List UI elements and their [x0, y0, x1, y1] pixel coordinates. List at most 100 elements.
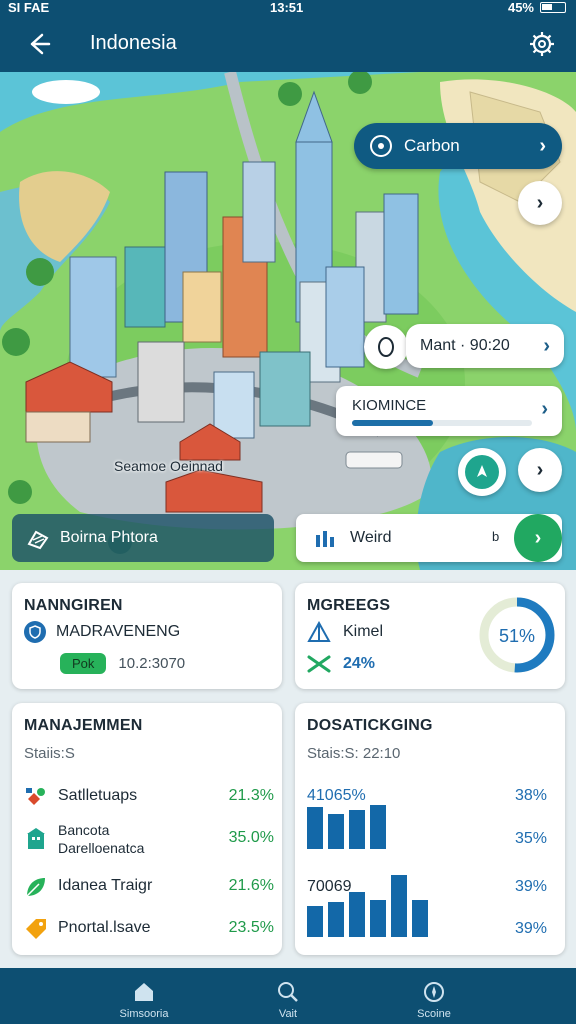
mini-bar — [370, 805, 386, 849]
progress-change: 24% — [343, 655, 376, 672]
list-item-pct: 23.5% — [228, 919, 274, 936]
leaf-icon — [26, 878, 45, 897]
mini-bar — [349, 892, 365, 937]
shield-icon — [24, 621, 46, 643]
carbon-label: Carbon — [404, 136, 460, 155]
carbon-button[interactable]: Carbon › — [354, 123, 562, 169]
leaf-icon — [378, 337, 394, 357]
group2-bars — [307, 875, 457, 937]
kiosk-progress-fill — [352, 420, 433, 426]
list-item-pct: 21.6% — [228, 877, 274, 894]
gear-icon[interactable] — [528, 30, 556, 58]
status-bar: SI FAE 13:51 45% — [0, 0, 576, 16]
tent-icon — [307, 621, 331, 642]
city-map[interactable]: Carbon › › Mant · 90:20 › KIOMINCE › › S… — [0, 72, 576, 570]
go-button[interactable]: › — [514, 514, 562, 562]
management-subtitle: Staiis:S — [24, 745, 75, 762]
kiosk-progress-card[interactable]: KIOMINCE › — [336, 386, 562, 436]
naming-meta: Pok 10.2:3070 — [60, 653, 185, 674]
list-item[interactable]: Satlletuaps 21.3% — [24, 779, 274, 813]
mini-bar — [391, 875, 407, 937]
management-card[interactable]: MANAJEMMEN Staiis:S Satlletuaps 21.3% Ba… — [12, 703, 282, 955]
compass-dot-icon — [465, 455, 499, 489]
group1-bars — [307, 805, 457, 849]
status-badge: Pok — [60, 653, 107, 674]
group2-pct-b: 39% — [514, 920, 547, 937]
dispatching-title: DOSATICKGING — [307, 717, 433, 734]
weird-label: Weird — [350, 529, 392, 546]
battery-percent: 45% — [507, 0, 534, 15]
status-right: 45% — [508, 0, 566, 15]
mini-bar — [328, 902, 344, 937]
mini-bar — [307, 807, 323, 849]
dispatching-card[interactable]: DOSATICKGING Stais:S: 22:10 41065% 38% 3… — [295, 703, 565, 955]
list-item-pct: 21.3% — [228, 787, 274, 804]
naming-value: 10.2:3070 — [118, 655, 186, 672]
list-item-name: Pnortal.lsave — [58, 919, 151, 936]
photo-button-label: Boirna Phtora — [60, 529, 158, 546]
place-label: Seamoe Oeinnad — [114, 458, 223, 474]
group1-value: 41065% — [307, 787, 366, 804]
tag-icon — [26, 919, 46, 939]
weird-card[interactable]: Weird b › — [296, 514, 562, 562]
nav-visit[interactable]: Vait — [228, 968, 348, 1024]
list-item[interactable]: Bancota Darelloenatca 35.0% — [24, 821, 274, 856]
naming-title: NANNGIREN — [24, 597, 123, 614]
naming-card[interactable]: NANNGIREN MADRAVENENG Pok 10.2:3070 — [12, 583, 282, 689]
clock: 13:51 — [270, 0, 304, 15]
kiosk-label: KIOMINCE — [352, 397, 427, 414]
app-bar: Indonesia — [0, 16, 576, 72]
shuffle-icon — [307, 655, 331, 673]
weird-tiny: b — [492, 529, 500, 544]
nav-home-label: Simsooria — [119, 1008, 169, 1020]
chevron-right-icon: › — [539, 134, 546, 157]
map-forward-button[interactable]: › — [518, 448, 562, 492]
chevron-right-icon: › — [541, 398, 548, 420]
kiosk-progress-track — [352, 420, 532, 426]
management-title: MANAJEMMEN — [24, 717, 143, 734]
progress-title: MGREEGS — [307, 597, 391, 614]
mant-label: Mant · 90:20 — [420, 337, 510, 354]
photo-icon — [27, 530, 49, 550]
list-item-name: Idanea Traigr — [58, 877, 153, 894]
back-arrow-icon[interactable] — [22, 28, 54, 60]
progress-ring-label: 51% — [498, 626, 536, 646]
dispatching-subtitle: Stais:S: 22:10 — [307, 745, 401, 762]
page-title: Indonesia — [90, 32, 177, 54]
nav-score-label: Scoine — [417, 1008, 451, 1020]
search-icon — [278, 982, 298, 1002]
progress-row: Kimel — [307, 621, 383, 643]
naming-row: MADRAVENENG — [24, 621, 180, 643]
battery-icon — [540, 2, 566, 13]
list-item-pct: 35.0% — [228, 829, 274, 846]
naming-item: MADRAVENENG — [56, 623, 181, 640]
progress-change-row: 24% — [307, 653, 375, 675]
nav-visit-label: Vait — [278, 1008, 298, 1020]
mini-bar — [307, 906, 323, 937]
bar-chart-icon — [316, 531, 334, 547]
mini-bar — [370, 900, 386, 937]
mant-info-pill[interactable]: Mant · 90:20 › — [406, 324, 564, 368]
mini-bar — [328, 814, 344, 849]
location-pin-icon — [370, 135, 392, 157]
progress-card[interactable]: MGREEGS Kimel 24% 51% — [295, 583, 565, 689]
map-next-button[interactable]: › — [518, 181, 562, 225]
nav-score[interactable]: Scoine — [374, 968, 494, 1024]
nav-home[interactable]: Simsooria — [84, 968, 204, 1024]
progress-item: Kimel — [343, 623, 384, 640]
list-item[interactable]: Pnortal.lsave 23.5% — [24, 911, 274, 945]
list-item[interactable]: Idanea Traigr 21.6% — [24, 869, 274, 903]
bottom-nav: Simsooria Vait Scoine — [0, 968, 576, 1024]
building-icon — [27, 828, 45, 849]
map-layer-button[interactable] — [364, 325, 408, 369]
photo-button[interactable]: Boirna Phtora — [12, 514, 274, 562]
chevron-right-icon: › — [543, 334, 550, 357]
carrier-label: SI FAE — [8, 0, 50, 15]
group2-pct-a: 39% — [514, 878, 547, 895]
list-item-name: Bancota Darelloenatca — [58, 822, 145, 856]
recenter-button[interactable] — [458, 448, 506, 496]
mini-bar — [412, 900, 428, 937]
compass-icon — [424, 982, 444, 1002]
home-icon — [135, 983, 153, 1001]
list-item-name: Satlletuaps — [58, 787, 138, 804]
